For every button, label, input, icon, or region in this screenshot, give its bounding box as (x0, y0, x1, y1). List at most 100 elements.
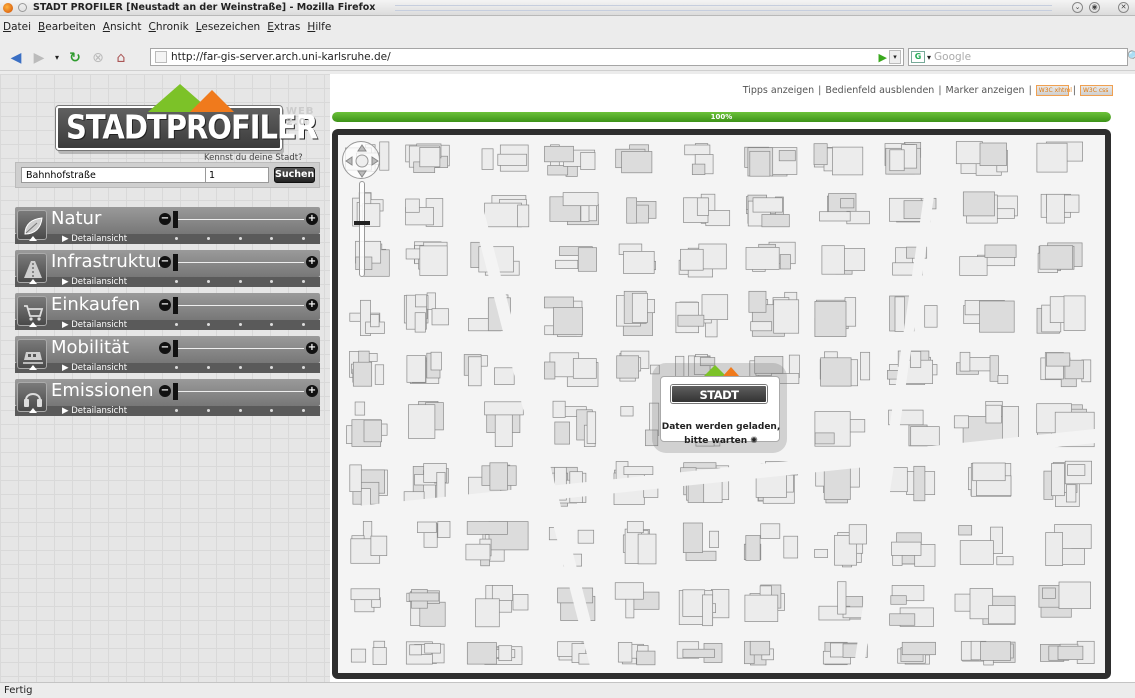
maximize-button[interactable]: ◉ (1089, 2, 1100, 13)
markers-link[interactable]: Marker anzeigen (946, 85, 1025, 96)
expand-arrow-icon[interactable] (29, 408, 37, 413)
menu-datei[interactable]: Datei (3, 21, 31, 33)
expand-arrow-icon[interactable] (29, 279, 37, 284)
minus-icon[interactable]: − (159, 213, 171, 225)
map-building (370, 314, 380, 328)
menu-hilfe[interactable]: Hilfe (307, 21, 331, 33)
map-building (1058, 581, 1091, 609)
forward-button[interactable]: ▶ (29, 48, 49, 68)
web-search-box[interactable]: G ▾ Google 🔍 (908, 48, 1135, 66)
plus-icon[interactable]: + (306, 213, 318, 225)
detail-label[interactable]: Detailansicht (71, 234, 127, 244)
map-building (953, 415, 969, 429)
close-button[interactable]: ✕ (1118, 2, 1129, 13)
map-building (910, 426, 940, 447)
map-building (1046, 352, 1071, 367)
slider-track[interactable] (178, 219, 304, 220)
map-building (350, 648, 367, 663)
map-building (962, 191, 995, 217)
detail-link[interactable]: ▶ Detailansicht (62, 363, 127, 373)
expand-arrow-icon[interactable] (29, 322, 37, 327)
search-button[interactable]: Suchen (274, 167, 315, 183)
control-panel: STADTPROFILER Kennst du deine Stadt? WEB… (0, 74, 330, 682)
map-building (552, 400, 566, 418)
menu-bearbeiten[interactable]: Bearbeiten (38, 21, 96, 33)
detail-link[interactable]: ▶ Detailansicht (62, 406, 127, 416)
history-dropdown-icon[interactable]: ▾ (52, 48, 62, 68)
map-building (637, 533, 657, 565)
detail-label[interactable]: Detailansicht (71, 363, 127, 373)
map-building (417, 521, 437, 533)
web-search-placeholder[interactable]: Google (934, 51, 971, 63)
detail-link[interactable]: ▶ Detailansicht (62, 277, 127, 287)
map-building (352, 361, 373, 387)
map-building (959, 351, 971, 372)
window-title: STADT PROFILER [Neustadt an der Weinstra… (33, 2, 376, 13)
go-arrow-icon[interactable]: ▶ (879, 51, 887, 64)
site-identity-icon[interactable] (155, 51, 167, 63)
minus-icon[interactable]: − (159, 342, 171, 354)
w3c-css-badge[interactable]: W3C css (1080, 85, 1113, 96)
search-engine-dropdown-icon[interactable]: ▾ (927, 53, 931, 62)
minus-icon[interactable]: − (159, 256, 171, 268)
map-building (752, 197, 783, 213)
google-icon[interactable]: G (911, 51, 925, 63)
map-building (749, 150, 771, 177)
stadtprofiler-logo[interactable]: STADTPROFILER Kennst du deine Stadt? WEB… (56, 84, 318, 163)
menu-ansicht[interactable]: Ansicht (103, 21, 142, 33)
plus-icon[interactable]: + (306, 385, 318, 397)
toggle-panel-link[interactable]: Bedienfeld ausblenden (825, 85, 934, 96)
expand-arrow-icon[interactable] (29, 236, 37, 241)
minus-icon[interactable]: − (159, 385, 171, 397)
map-building (562, 192, 599, 207)
slider-track[interactable] (178, 305, 304, 306)
city-map[interactable]: STADT PROFILER Daten werden geladen, bit… (338, 135, 1105, 673)
category-name: Infrastruktur (51, 251, 165, 272)
map-building (555, 259, 579, 269)
tips-link[interactable]: Tipps anzeigen (743, 85, 814, 96)
detail-link[interactable]: ▶ Detailansicht (62, 234, 127, 244)
w3c-xhtml-badge[interactable]: W3C xhtml (1035, 85, 1072, 96)
map-building (814, 549, 828, 558)
minimize-button[interactable]: ⌄ (1072, 2, 1083, 13)
url-text[interactable]: http://far-gis-server.arch.uni-karlsruhe… (171, 51, 391, 63)
zoom-slider[interactable] (359, 181, 365, 277)
plus-icon[interactable]: + (306, 342, 318, 354)
slider-track[interactable] (178, 391, 304, 392)
menu-extras[interactable]: Extras (267, 21, 300, 33)
zoom-slider-handle[interactable] (354, 221, 370, 225)
plus-icon[interactable]: + (306, 299, 318, 311)
menu-chronik[interactable]: Chronik (149, 21, 189, 33)
menu-lesezeichen[interactable]: Lesezeichen (196, 21, 261, 33)
map-building (891, 541, 922, 556)
back-button[interactable]: ◀ (6, 48, 26, 68)
detail-label[interactable]: Detailansicht (71, 406, 127, 416)
house-number-input[interactable] (205, 167, 269, 183)
detail-link[interactable]: ▶ Detailansicht (62, 320, 127, 330)
reload-button[interactable]: ↻ (65, 48, 85, 68)
minus-icon[interactable]: − (159, 299, 171, 311)
address-search: Suchen (15, 162, 320, 188)
map-building (980, 641, 1011, 661)
detail-label[interactable]: Detailansicht (71, 320, 127, 330)
slider-track[interactable] (178, 348, 304, 349)
street-input[interactable] (21, 167, 206, 183)
pan-control[interactable] (342, 141, 380, 179)
map-building (349, 464, 362, 492)
detail-label[interactable]: Detailansicht (71, 277, 127, 287)
map-building (1036, 142, 1068, 173)
url-dropdown-button[interactable]: ▾ (889, 50, 901, 64)
stop-button[interactable]: ⊗ (88, 48, 108, 68)
map-building (481, 148, 494, 170)
map-building (1039, 245, 1074, 270)
home-button[interactable]: ⌂ (111, 48, 131, 68)
pin-icon[interactable] (18, 3, 27, 12)
slider-track[interactable] (178, 262, 304, 263)
plus-icon[interactable]: + (306, 256, 318, 268)
map-building (840, 198, 855, 209)
separator: | (818, 85, 822, 96)
search-magnifier-icon[interactable]: 🔍 (1127, 50, 1135, 63)
expand-arrow-icon[interactable] (29, 365, 37, 370)
url-bar[interactable]: http://far-gis-server.arch.uni-karlsruhe… (150, 48, 904, 66)
map-building (636, 650, 656, 666)
